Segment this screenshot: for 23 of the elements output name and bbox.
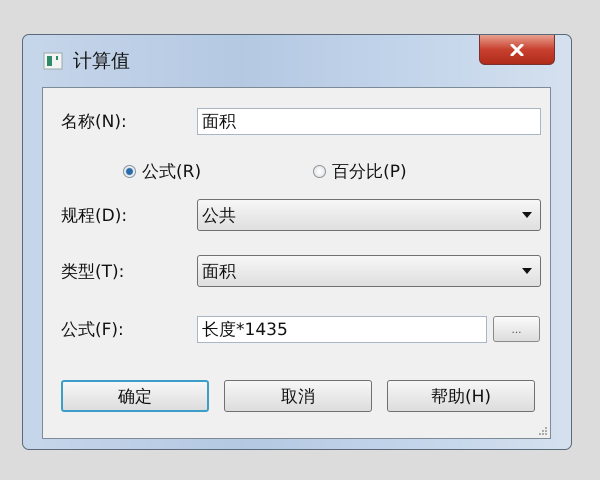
dropdown[interactable]: 面积 (197, 255, 541, 287)
close-button[interactable] (479, 35, 555, 65)
field-label: 类型(T): (61, 260, 126, 282)
radio-label: 百分比(P) (332, 160, 407, 182)
window-icon (43, 52, 63, 70)
dialog-button[interactable]: 取消 (224, 380, 372, 412)
input-field[interactable]: 面积 (197, 108, 541, 134)
window-title: 计算值 (73, 49, 130, 74)
input-field[interactable]: 长度*1435 (197, 316, 487, 342)
close-icon (510, 44, 524, 56)
radio-label: 公式(R) (142, 160, 202, 182)
browse-button[interactable]: ... (493, 316, 540, 342)
field-label: 公式(F): (61, 318, 125, 340)
field-label: 名称(N): (61, 110, 128, 132)
caret-icon (522, 212, 532, 218)
resize-grip-icon (539, 427, 548, 436)
field-label: 规程(D): (61, 204, 128, 226)
radio-button[interactable] (313, 164, 326, 178)
caret-icon (522, 268, 532, 274)
radio-button[interactable] (123, 164, 136, 178)
dropdown[interactable]: 公共 (197, 199, 541, 231)
dialog-button[interactable]: 帮助(H) (387, 380, 535, 412)
dialog-button[interactable]: 确定 (61, 380, 209, 412)
